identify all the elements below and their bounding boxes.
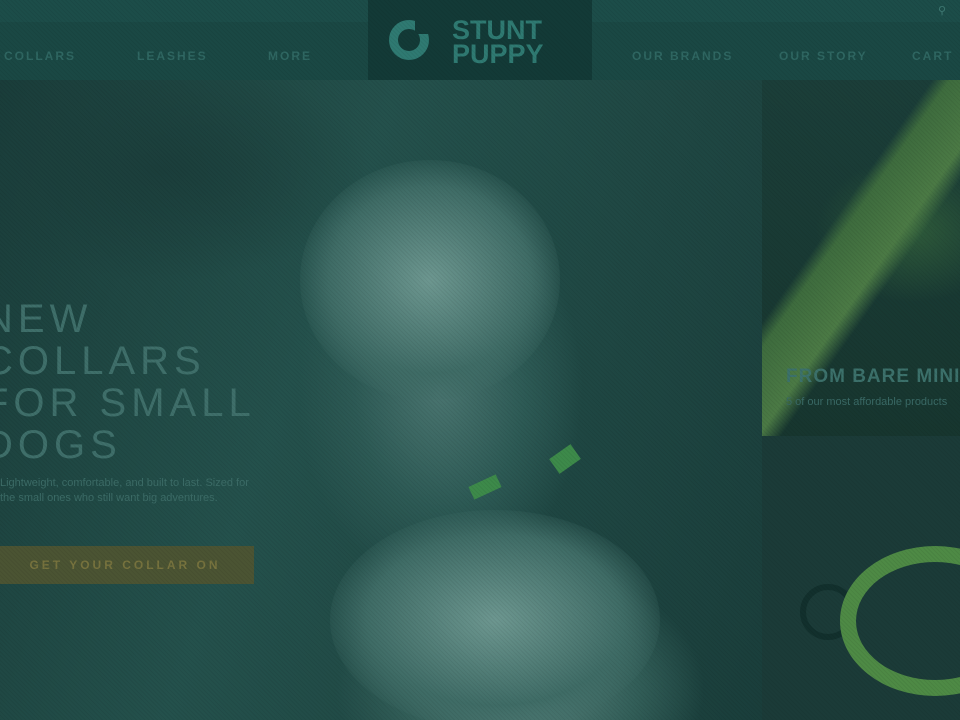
logo-line-2: PUPPY [452, 39, 544, 69]
hero-title: NEW COLLARS FOR SMALL DOGS [0, 298, 256, 466]
hero-title-line: FOR SMALL [0, 381, 256, 425]
promo-title: FROM BARE MINIMUM [786, 366, 960, 387]
hero-image-dog [300, 160, 560, 400]
logo-mark-icon [389, 20, 429, 60]
hero-title-line: NEW [0, 297, 93, 341]
hero-image-collar-tag [549, 444, 581, 474]
get-your-collar-on-button[interactable]: GET YOUR COLLAR ON [0, 546, 254, 584]
nav-item-more[interactable]: MORE [268, 49, 312, 63]
product-image-collar [840, 546, 960, 696]
hero-image-dog-body [330, 510, 660, 720]
hero-description: Lightweight, comfortable, and built to l… [0, 477, 249, 504]
hero-image-collar [468, 474, 502, 500]
product-card[interactable] [762, 436, 960, 720]
logo-wordmark: STUNT PUPPY [452, 17, 544, 69]
nav-item-leashes[interactable]: LEASHES [137, 49, 208, 63]
hero-title-line: DOGS [0, 423, 122, 467]
nav-item-cart[interactable]: CART [912, 49, 953, 63]
promo-subtitle: 5 of our most affordable products [786, 396, 948, 408]
nav-item-our-brands[interactable]: OUR BRANDS [632, 49, 733, 63]
nav-item-collars[interactable]: COLLARS [4, 49, 76, 63]
search-icon[interactable]: ⚲ [938, 4, 946, 17]
promo-card[interactable]: FROM BARE MINIMUM 5 of our most affordab… [762, 80, 960, 436]
nav-item-our-story[interactable]: OUR STORY [779, 49, 868, 63]
hero-title-line: COLLARS [0, 339, 206, 383]
site-logo[interactable]: STUNT PUPPY [368, 0, 592, 80]
hero-banner: NEW COLLARS FOR SMALL DOGS Lightweight, … [0, 80, 762, 720]
